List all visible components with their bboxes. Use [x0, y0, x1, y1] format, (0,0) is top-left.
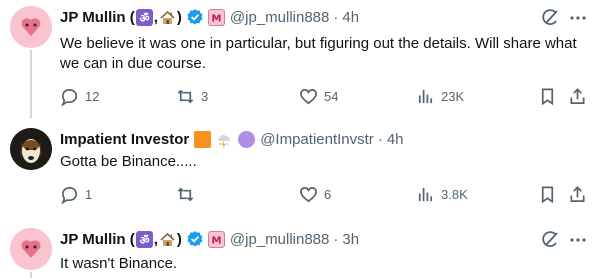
tweet-2[interactable]: Impatient Investor @ImpatientInvstr · 4h…	[0, 118, 600, 218]
repost-icon	[177, 187, 194, 201]
author-name-comma: ,	[153, 230, 158, 248]
like-icon	[300, 88, 317, 104]
like-icon	[300, 186, 317, 202]
tweet-1[interactable]: JP Mullin ( ॐ , ) M @jp_mullin888 · 4h W…	[0, 0, 600, 118]
author-name-paren: )	[176, 8, 182, 26]
reply-count: 12	[85, 88, 100, 104]
tweet-text: It wasn't Binance.	[60, 255, 178, 272]
author-name-text: JP Mullin (	[60, 8, 135, 26]
repost-button[interactable]: 3	[176, 85, 208, 107]
bookmark-icon	[541, 88, 554, 105]
bookmark-button[interactable]	[538, 183, 557, 205]
orange-square-icon	[194, 130, 212, 148]
author-handle[interactable]: @ImpatientInvstr	[260, 131, 374, 148]
thread-line	[30, 272, 32, 278]
reply-icon	[61, 88, 78, 106]
bookmark-button[interactable]	[538, 85, 557, 107]
views-count: 23K	[441, 88, 465, 104]
timestamp[interactable]: 3h	[342, 231, 359, 248]
author-name[interactable]: Impatient Investor	[60, 131, 189, 148]
m-icon: M	[207, 230, 225, 248]
grok-icon[interactable]	[540, 230, 560, 250]
avatar[interactable]	[10, 6, 52, 48]
share-button[interactable]	[568, 183, 587, 205]
share-icon	[570, 185, 585, 202]
avatar[interactable]	[10, 128, 52, 170]
author-name-comma: ,	[153, 8, 158, 26]
author-handle[interactable]: @jp_mullin888	[230, 231, 329, 248]
views-icon	[418, 89, 433, 103]
grok-icon[interactable]	[540, 8, 560, 28]
separator-dot: ·	[333, 230, 339, 248]
separator-dot: ·	[333, 8, 339, 26]
bookmark-icon	[541, 186, 554, 203]
views-count: 3.8K	[441, 186, 468, 202]
avatar[interactable]	[10, 228, 52, 270]
more-icon[interactable]	[568, 230, 588, 250]
tweet-text: Gotta be Binance.....	[60, 153, 197, 170]
reply-button[interactable]: 12	[60, 85, 99, 107]
author-name-paren: )	[176, 230, 182, 248]
storm-cloud-icon	[216, 131, 233, 148]
reply-icon	[61, 186, 78, 204]
author-name[interactable]: JP Mullin ( ॐ , )	[60, 230, 182, 248]
house-icon	[159, 231, 176, 248]
tweet-text: We believe it was one in particular, but…	[60, 35, 577, 72]
views-icon	[418, 187, 433, 201]
svg-text:M: M	[211, 13, 221, 24]
purple-circle-icon	[238, 130, 256, 148]
svg-text:ॐ: ॐ	[139, 12, 149, 25]
svg-text:M: M	[211, 235, 221, 246]
like-count: 54	[324, 88, 339, 104]
repost-count: 3	[201, 88, 209, 104]
tweet-3[interactable]: JP Mullin ( ॐ , ) M @jp_mullin888 · 3h I…	[0, 218, 600, 278]
house-icon	[159, 9, 176, 26]
author-name-text: JP Mullin (	[60, 230, 135, 248]
reply-count: 1	[85, 186, 93, 202]
like-button[interactable]: 6	[299, 183, 331, 205]
share-button[interactable]	[568, 85, 587, 107]
author-name[interactable]: JP Mullin ( ॐ , )	[60, 8, 182, 26]
tweet-header: JP Mullin ( ॐ , ) M @jp	[60, 229, 359, 249]
timestamp[interactable]: 4h	[387, 131, 404, 148]
tweet-header: JP Mullin ( ॐ , ) M @jp	[60, 7, 359, 27]
m-icon: M	[207, 8, 225, 26]
repost-button[interactable]	[176, 183, 195, 205]
repost-icon	[177, 89, 194, 103]
timestamp[interactable]: 4h	[342, 9, 359, 26]
like-button[interactable]: 54	[299, 85, 338, 107]
like-count: 6	[324, 186, 332, 202]
verified-badge-icon	[186, 230, 204, 248]
share-icon	[570, 87, 585, 104]
avatar-image	[10, 6, 52, 48]
author-handle[interactable]: @jp_mullin888	[230, 9, 329, 26]
tweet-header: Impatient Investor @ImpatientInvstr · 4h	[60, 129, 404, 149]
om-icon: ॐ	[135, 8, 153, 26]
om-icon: ॐ	[135, 230, 153, 248]
tweet-actions: 12 3 54 23K	[50, 85, 595, 107]
avatar-image	[10, 228, 52, 270]
tweet-actions: 1 6 3.8K	[50, 183, 595, 205]
views-button[interactable]: 23K	[416, 85, 464, 107]
verified-badge-icon	[186, 8, 204, 26]
thread-line	[30, 50, 32, 118]
separator-dot: ·	[377, 130, 383, 148]
reply-button[interactable]: 1	[60, 183, 92, 205]
views-button[interactable]: 3.8K	[416, 183, 468, 205]
avatar-image	[10, 128, 52, 170]
svg-text:ॐ: ॐ	[139, 234, 149, 247]
more-icon[interactable]	[568, 8, 588, 28]
